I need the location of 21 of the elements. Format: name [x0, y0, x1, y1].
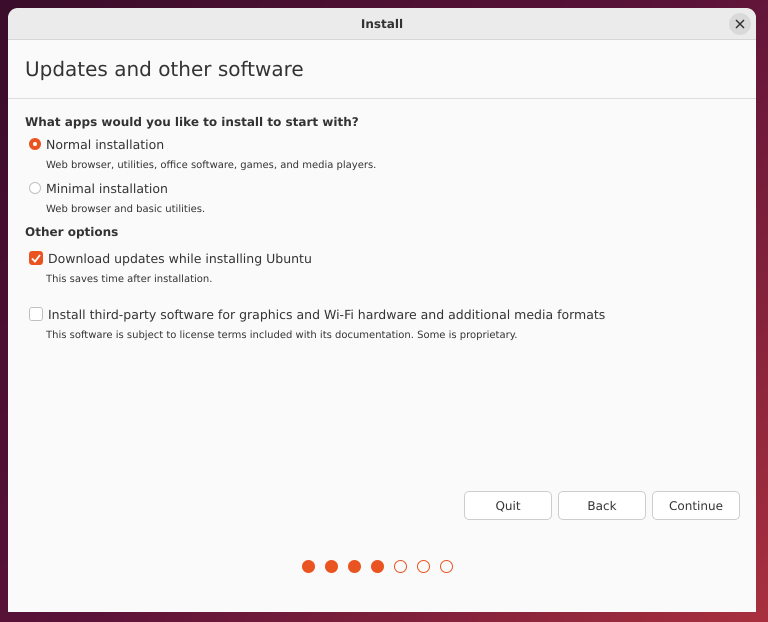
- page-heading: Updates and other software: [25, 57, 304, 81]
- close-icon: [735, 19, 745, 29]
- option-label[interactable]: Minimal installation: [46, 180, 168, 196]
- radio-button[interactable]: [29, 138, 41, 150]
- option-label[interactable]: Download updates while installing Ubuntu: [48, 250, 312, 266]
- option-description: Web browser, utilities, office software, games, and media players.: [45, 159, 378, 173]
- option-label[interactable]: Normal installation: [46, 136, 164, 152]
- window-title: Install: [360, 16, 404, 30]
- option-description: This saves time after installation.: [45, 273, 214, 287]
- checkbox[interactable]: [29, 251, 43, 265]
- option-description: This software is subject to license terms included with its documentation. Some is proprietary.: [45, 329, 518, 343]
- radio-button[interactable]: [29, 182, 41, 194]
- action-button[interactable]: Back: [558, 491, 646, 520]
- option-label[interactable]: Install third-party software for graphics and Wi-Fi hardware and additional media formats: [48, 306, 606, 322]
- action-button[interactable]: Quit: [464, 491, 552, 520]
- checkbox[interactable]: [29, 307, 43, 321]
- close-button[interactable]: [729, 13, 751, 35]
- action-button[interactable]: Continue: [652, 491, 740, 520]
- option-description: Web browser and basic utilities.: [45, 203, 206, 217]
- section-title: What apps would you like to install to start with?: [25, 115, 360, 131]
- section-title: Other options: [25, 225, 120, 241]
